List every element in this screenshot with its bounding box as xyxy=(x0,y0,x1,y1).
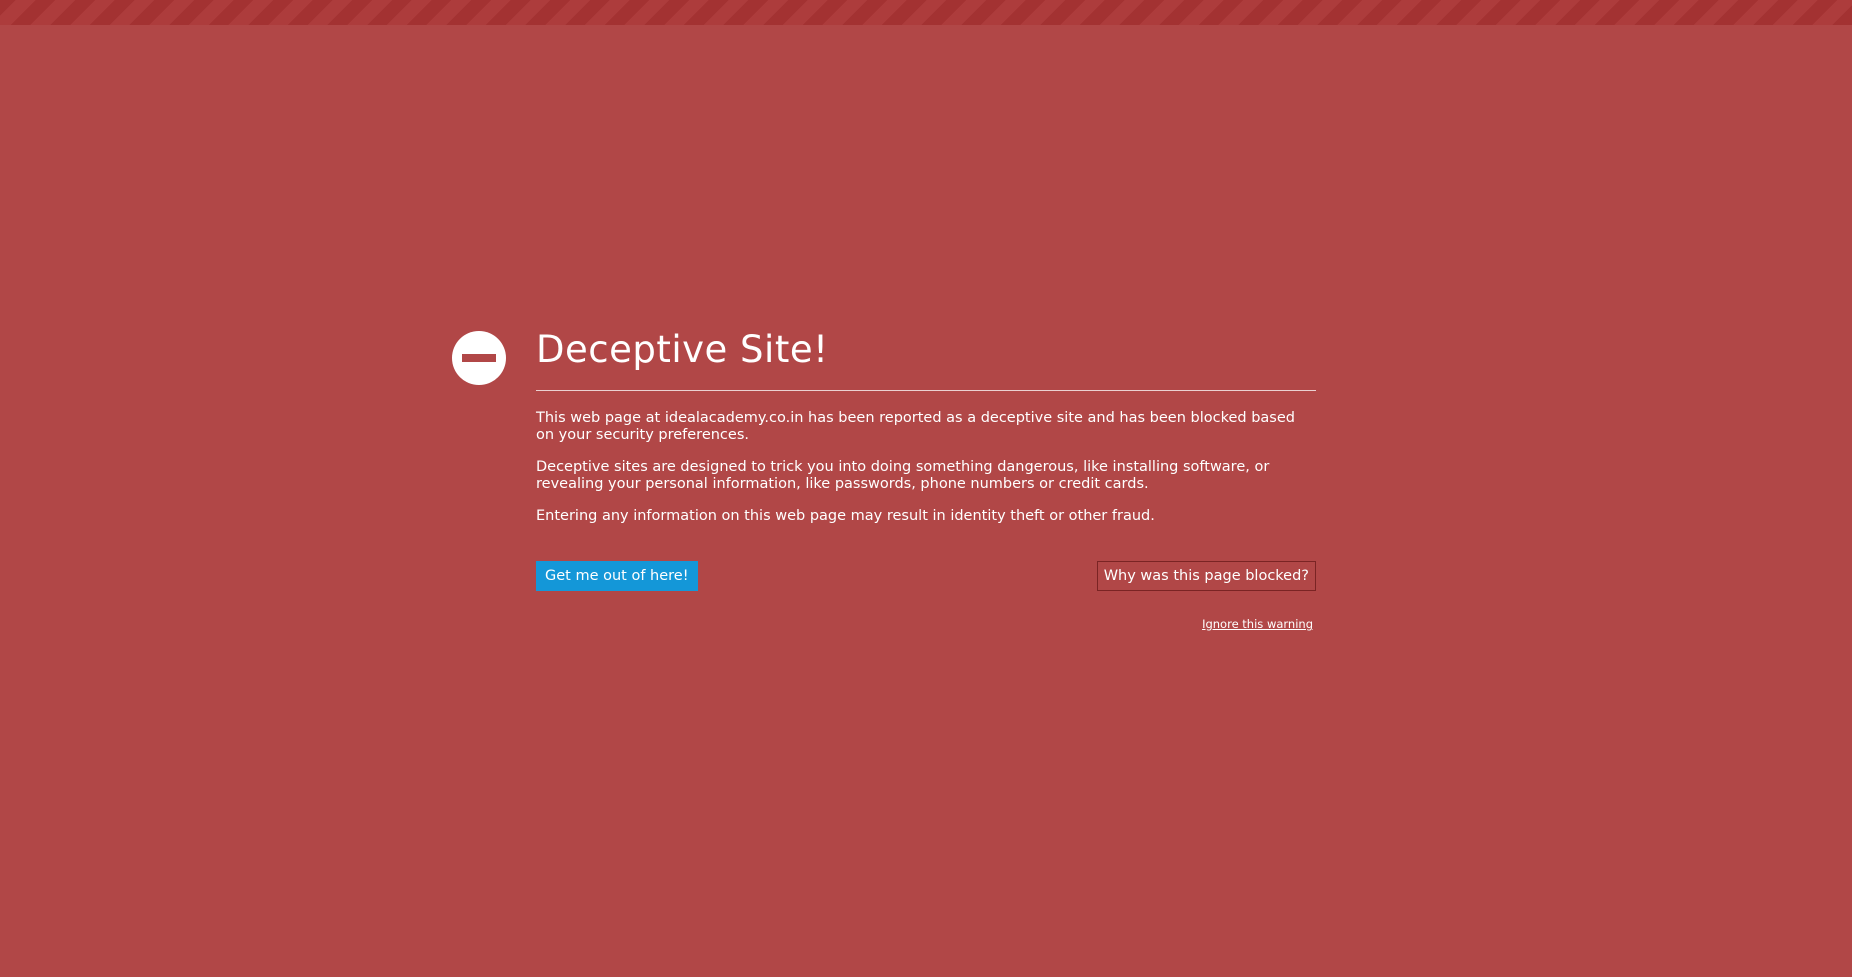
warning-stripe-banner xyxy=(0,0,1852,25)
warning-paragraph-reported: This web page at idealacademy.co.in has … xyxy=(536,410,1295,443)
warning-paragraph-explanation: Deceptive sites are designed to trick yo… xyxy=(536,459,1270,492)
ignore-warning-link[interactable]: Ignore this warning xyxy=(1202,617,1313,631)
ignore-row: Ignore this warning xyxy=(536,617,1316,637)
warning-paragraph-risk: Entering any information on this web pag… xyxy=(536,508,1155,524)
block-icon-bar xyxy=(462,354,496,362)
why-blocked-button[interactable]: Why was this page blocked? xyxy=(1096,561,1316,591)
get-me-out-button[interactable]: Get me out of here! xyxy=(536,561,698,591)
block-icon xyxy=(452,331,506,385)
action-buttons-row: Get me out of here! Why was this page bl… xyxy=(536,561,1316,591)
warning-content: Deceptive Site! This web page at idealac… xyxy=(536,326,1316,637)
title-divider xyxy=(536,390,1316,391)
page-title: Deceptive Site! xyxy=(536,328,829,371)
